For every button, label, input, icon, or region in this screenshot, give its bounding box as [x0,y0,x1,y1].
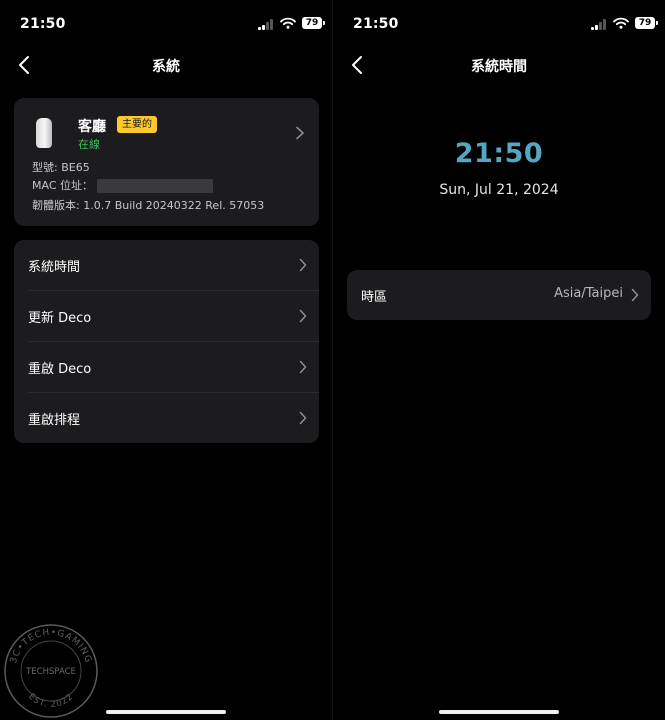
watermark-middle-text: TECHSPACE [25,667,76,677]
mac-redaction [97,179,213,193]
device-name: 客廳 [78,119,106,135]
status-bar: 21:50 79 [0,0,332,48]
chevron-right-icon [299,360,307,374]
menu-item-label: 重啟 Deco [28,362,92,377]
cellular-signal-icon [258,18,274,30]
status-time: 21:50 [20,16,66,32]
menu-item-update-deco[interactable]: 更新 Deco [14,291,319,341]
timezone-value: Asia/Taipei [554,286,623,301]
timezone-label: 時區 [361,290,388,305]
model-info: 型號: BE65 [32,161,90,174]
chevron-right-icon [296,126,304,140]
status-online: 在線 [78,138,100,151]
status-bar: 21:50 79 [333,0,665,48]
menu-item-reboot-schedule[interactable]: 重啟排程 [14,393,319,443]
svg-text:3C•TECH•GAMING: 3C•TECH•GAMING [9,628,93,665]
main-badge: 主要的 [117,116,157,133]
chevron-right-icon [299,411,307,425]
menu-item-label: 重啟排程 [28,413,81,428]
chevron-right-icon [299,309,307,323]
page-title: 系統 [152,59,180,75]
settings-menu: 系統時間 更新 Deco 重啟 Deco 重啟排程 [14,240,319,443]
watermark-top-text: 3C•TECH•GAMING [9,628,92,665]
device-card[interactable]: 客廳 主要的 在線 型號: BE65 MAC 位址： 韌體版本: 1.0.7 B… [14,98,319,226]
menu-item-reboot-deco[interactable]: 重啟 Deco [14,342,319,392]
battery-icon: 79 [302,17,325,29]
system-time-screen: 21:50 79 系統時間 21:50 Sun, Jul 21, 2024 時區… [333,0,665,720]
battery-icon: 79 [635,17,658,29]
status-time: 21:50 [353,16,399,32]
nav-bar: 系統時間 [333,48,665,82]
home-indicator[interactable] [106,710,226,714]
wifi-icon [613,17,629,29]
firmware-info: 韌體版本: 1.0.7 Build 20240322 Rel. 57053 [32,199,265,212]
mac-label: MAC 位址： [32,179,93,192]
svg-text:EST. 2022: EST. 2022 [26,692,75,710]
chevron-right-icon [299,258,307,272]
menu-item-label: 更新 Deco [28,311,92,326]
menu-item-label: 系統時間 [28,260,81,275]
system-screen: 21:50 79 系統 客廳 主要的 在線 型號: BE65 MAC 位址： 韌… [0,0,332,720]
wifi-icon [280,17,296,29]
page-title: 系統時間 [471,59,527,75]
mac-info: MAC 位址： [32,177,213,193]
current-date: Sun, Jul 21, 2024 [439,182,559,198]
techspace-watermark-logo: 3C•TECH•GAMING TECHSPACE EST. 2022 [4,624,98,718]
cellular-signal-icon [591,18,607,30]
menu-item-system-time[interactable]: 系統時間 [14,240,319,290]
timezone-row[interactable]: 時區 Asia/Taipei [347,270,651,320]
watermark-bottom-text: EST. 2022 [26,692,74,710]
current-time: 21:50 [454,138,544,169]
nav-bar: 系統 [0,48,332,82]
chevron-right-icon [631,288,639,302]
deco-device-icon [36,118,52,148]
home-indicator[interactable] [439,710,559,714]
